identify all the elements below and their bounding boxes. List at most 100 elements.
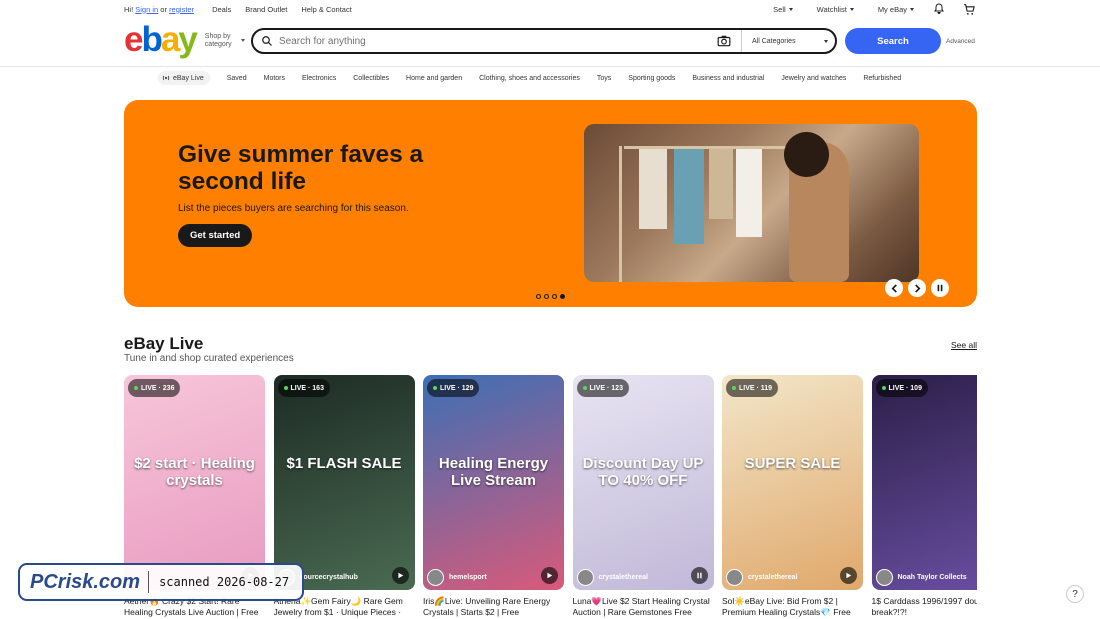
live-card-thumbnail[interactable]: Healing Energy Live Stream LIVE · 129 heme… [423,375,564,590]
topbar-right: Sell Watchlist My eBay [749,3,976,16]
play-button[interactable] [391,567,409,584]
pause-icon [937,284,943,292]
nav-item-jewelry-watches[interactable]: Jewelry and watches [781,75,846,82]
nav-item-sporting-goods[interactable]: Sporting goods [628,75,675,82]
nav-item-clothing[interactable]: Clothing, shoes and accessories [479,75,580,82]
watchlist-menu[interactable]: Watchlist [817,5,854,14]
ebay-logo[interactable]: ebay [124,19,198,59]
live-card-thumbnail[interactable]: SUPER SALE LIVE · 119 crystalethereal [722,375,863,590]
nav-item-business-industrial[interactable]: Business and industrial [692,75,764,82]
nav-item-saved[interactable]: Saved [227,75,247,82]
live-dot-icon [732,386,736,390]
watchlist-label: Watchlist [816,4,847,14]
live-card[interactable]: SUPER SALE LIVE · 119 crystalethereal Sol☀️… [722,375,863,618]
live-card-title[interactable]: Luna💗Live $2 Start Healing Crystal Aucti… [573,596,714,618]
live-card[interactable]: LIVE · 109 Noah Taylor Collects 1$ Carddas… [871,375,978,618]
live-viewers-badge: LIVE · 129 [427,379,480,397]
chevron-left-icon [891,283,897,293]
play-button[interactable] [840,567,857,584]
carousel-dot[interactable] [544,294,549,299]
signin-link[interactable]: Sign in [135,5,158,14]
category-nav: eBay Live Saved Motors Electronics Colle… [158,70,901,86]
live-card-title[interactable]: Iris🌈Live: Unveiling Rare Energy Crystal… [423,596,564,618]
my-ebay-label: My eBay [877,4,907,14]
nav-item-home-garden[interactable]: Home and garden [406,75,462,82]
live-card-thumbnail[interactable]: $1 FLASH SALE LIVE · 163 sourcecrystalhub [273,375,415,590]
thumbnail-overlay-text: Healing Energy Live Stream [438,455,549,489]
live-card[interactable]: Discount Day UP TO 40% OFF LIVE · 123 crys… [572,375,714,618]
nav-item-toys[interactable]: Toys [597,75,611,82]
carousel-next-button[interactable] [908,279,926,297]
deals-link[interactable]: Deals [212,5,231,14]
help-contact-link[interactable]: Help & Contact [301,5,351,14]
get-started-button[interactable]: Get started [178,224,253,247]
pause-button[interactable] [690,567,708,584]
carousel-dot-active[interactable] [560,294,565,299]
carousel-dot[interactable] [536,294,541,299]
header-divider [0,66,1100,67]
nav-ebay-live-label: eBay Live [173,74,204,82]
live-viewers-count: LIVE · 123 [589,384,623,392]
chevron-down-icon [910,7,914,11]
shop-by-category-button[interactable]: Shop by category [205,33,245,49]
live-viewers-count: LIVE · 236 [141,384,175,392]
nav-item-refurbished[interactable]: Refurbished [863,75,901,82]
greeting-hi: Hi! [124,4,134,14]
seller-info[interactable]: hemelsport [427,569,487,586]
search-input[interactable] [279,35,709,47]
thumbnail-overlay-text: Discount Day UP TO 40% OFF [582,455,704,489]
help-button[interactable]: ? [1066,585,1084,603]
hero-banner[interactable]: Give summer faves a second life List the… [124,100,977,307]
category-select[interactable]: All Categories [752,38,824,45]
carousel-pause-button[interactable] [931,279,949,297]
notification-bell-icon[interactable] [932,3,945,16]
register-link[interactable]: register [169,5,194,14]
carousel-dot[interactable] [552,294,557,299]
see-all-link[interactable]: See all [951,340,977,350]
seller-info[interactable]: Noah Taylor Collects [875,569,967,586]
banner-headline: Give summer faves a second life [178,141,424,195]
live-dot-icon [582,386,587,390]
live-card-thumbnail[interactable]: Discount Day UP TO 40% OFF LIVE · 123 crys… [572,375,714,590]
live-card[interactable]: Healing Energy Live Stream LIVE · 129 heme… [423,375,564,618]
nav-item-electronics[interactable]: Electronics [302,75,336,82]
camera-icon[interactable] [717,35,731,47]
seller-name: Noah Taylor Collects [897,574,967,581]
live-viewers-badge: LIVE · 109 [875,379,928,397]
my-ebay-menu[interactable]: My eBay [878,5,914,14]
play-button[interactable] [541,567,558,584]
watermark-divider [148,571,150,593]
live-broadcast-icon [162,75,170,81]
live-card-thumbnail[interactable]: $2 start · Healing crystals LIVE · 236 [124,375,265,590]
live-dot-icon [433,386,437,390]
seller-name: hemelsport [449,574,487,581]
live-dot-icon [283,386,288,390]
search-bar: All Categories [251,28,837,54]
live-card-thumbnail[interactable]: LIVE · 109 Noah Taylor Collects [871,375,977,590]
advanced-search-link[interactable]: Advanced [946,38,975,45]
nav-ebay-live[interactable]: eBay Live [158,71,210,85]
live-card-title[interactable]: 1$ Carddass 1996/1997 double break?!?! [872,596,978,618]
carousel-prev-button[interactable] [885,279,903,297]
nav-item-motors[interactable]: Motors [264,75,285,82]
chevron-down-icon [240,39,245,42]
avatar [726,569,743,586]
cart-icon[interactable] [963,3,976,16]
search-button[interactable]: Search [845,28,941,54]
sell-menu[interactable]: Sell [773,5,793,14]
live-card-title[interactable]: Sol☀️eBay Live: Bid From $2 | Premium He… [722,596,863,618]
pcrisk-watermark: PCrisk.com scanned 2026-08-27 [18,563,304,601]
seller-info[interactable]: crystalethereal [726,569,797,586]
logo-letter-a: a [160,19,181,59]
chevron-right-icon [914,283,920,293]
live-viewers-badge: LIVE · 236 [128,379,181,397]
chevron-down-icon[interactable] [824,39,828,43]
live-viewers-badge: LIVE · 123 [576,379,629,397]
thumbnail-overlay-text: $1 FLASH SALE [286,455,402,472]
chevron-down-icon [788,7,793,11]
section-subtitle: Tune in and shop curated experiences [124,353,294,364]
watermark-text: scanned 2026-08-27 [159,575,290,589]
nav-item-collectibles[interactable]: Collectibles [353,75,389,82]
brand-outlet-link[interactable]: Brand Outlet [245,5,287,14]
seller-info[interactable]: crystalethereal [576,569,648,586]
